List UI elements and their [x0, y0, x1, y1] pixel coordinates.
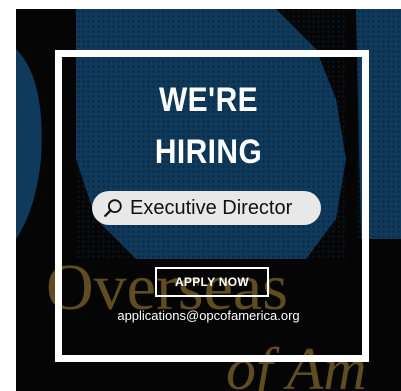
search-icon — [104, 199, 122, 217]
job-title: Executive Director — [130, 196, 293, 219]
apply-now-button[interactable]: APPLY NOW — [155, 267, 269, 297]
headline-line2: HIRING — [154, 133, 263, 171]
headline-line1: WE'RE — [158, 81, 259, 119]
left-arc-shape — [16, 49, 42, 239]
hiring-poster: Overseas of Am WE'RE HIRING Executive Di… — [16, 9, 401, 391]
application-email[interactable]: applications@opcofamerica.org — [16, 308, 401, 323]
job-search-pill: Executive Director — [92, 191, 321, 225]
